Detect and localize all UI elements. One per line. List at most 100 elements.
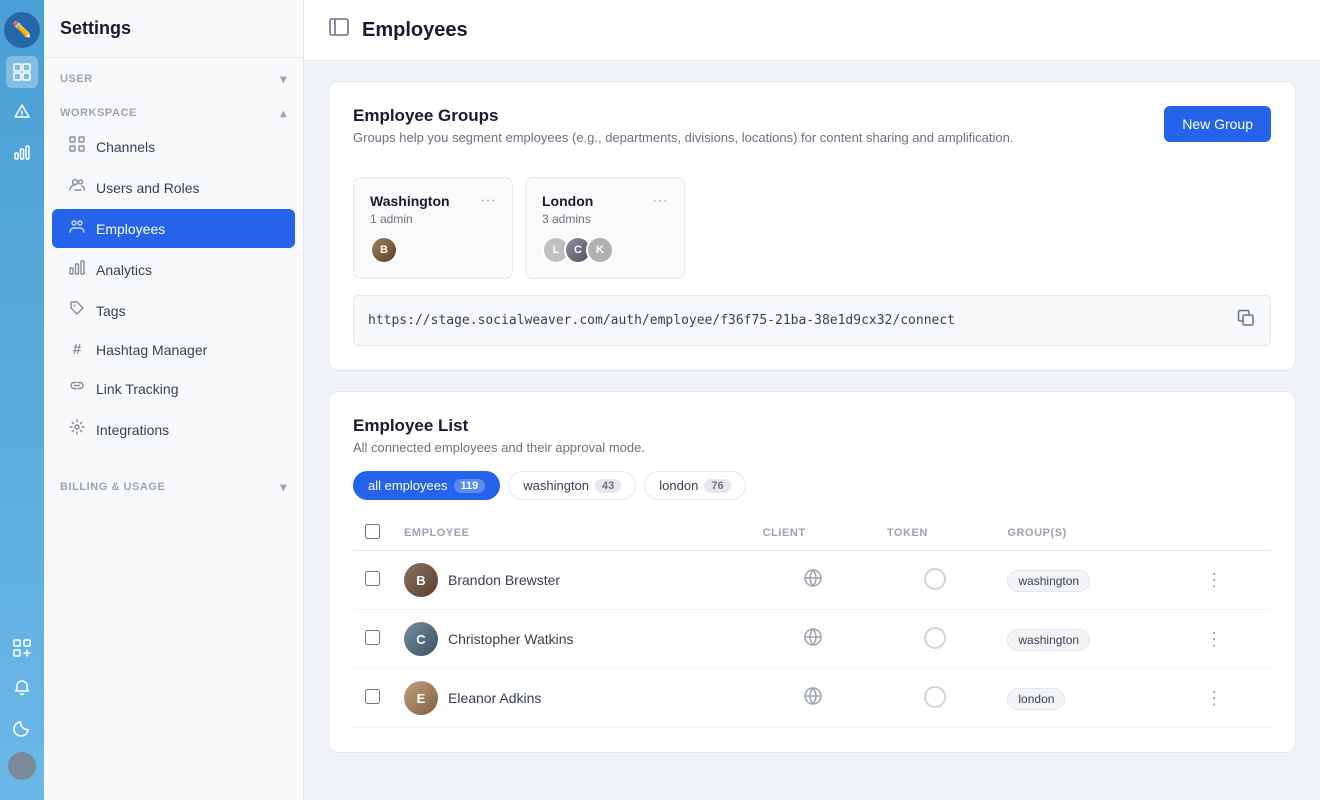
group-badge: washington [1007,629,1090,651]
avatar: B [404,563,438,597]
groups-title: Employee Groups [353,106,1013,126]
row-checkbox-0[interactable] [365,571,380,586]
link-icon [68,378,86,399]
employee-name-cell: B Brandon Brewster [404,563,739,597]
row-more-2[interactable]: ⋮ [1205,688,1223,708]
chevron-down-icon: ▾ [280,72,287,86]
employee-name-cell: E Eleanor Adkins [404,681,739,715]
nav-icon-alert[interactable] [6,96,38,128]
billing-chevron-icon: ▾ [280,480,287,494]
filter-london-count: 76 [704,479,730,493]
col-token: TOKEN [875,516,996,551]
employee-icon [68,218,86,239]
nav-icon-moon[interactable] [6,712,38,744]
employee-groups-card: Employee Groups Groups help you segment … [328,81,1296,371]
globe-icon [803,572,823,592]
groups-desc: Groups help you segment employees (e.g.,… [353,130,1013,145]
integrations-icon [68,419,86,440]
col-client: CLIENT [751,516,875,551]
tags-icon [68,300,86,321]
row-checkbox-1[interactable] [365,630,380,645]
group-name-washington: Washington [370,193,450,209]
icon-bar: ✏️ [0,0,44,800]
hashtag-icon: # [68,341,86,358]
list-title: Employee List [353,416,1271,436]
main-content: Employees Employee Groups Groups help yo… [304,0,1320,800]
connect-url-bar: https://stage.socialweaver.com/auth/empl… [353,295,1271,346]
token-circle [924,627,946,649]
globe-icon [803,631,823,651]
chevron-up-icon: ▴ [280,106,287,120]
nav-icon-grid[interactable] [6,56,38,88]
sidebar-title: Settings [44,0,303,58]
copy-icon[interactable] [1236,308,1256,333]
group-badge: washington [1007,570,1090,592]
group-meta-washington: 1 admin [370,212,496,226]
filter-all-count: 119 [454,479,486,493]
employee-name: Christopher Watkins [448,631,574,647]
nav-icon-chart[interactable] [6,136,38,168]
users-icon [68,177,86,198]
employee-name: Eleanor Adkins [448,690,541,706]
avatar: E [404,681,438,715]
groups-row: Washington ··· 1 admin B London ··· 3 ad… [353,177,1271,279]
sidebar-item-hashtag[interactable]: # Hashtag Manager [52,332,295,367]
avatar: C [404,622,438,656]
col-groups: GROUP(S) [995,516,1193,551]
avatar: K [586,236,614,264]
filter-tabs: all employees 119 washington 43 london 7… [353,471,1271,500]
sidebar-item-link-tracking[interactable]: Link Tracking [52,369,295,408]
filter-all[interactable]: all employees 119 [353,471,500,500]
section-user[interactable]: USER ▾ [44,58,303,92]
filter-london[interactable]: london 76 [644,471,745,500]
sidebar-item-employees[interactable]: Employees [52,209,295,248]
channels-icon [68,136,86,157]
filter-washington[interactable]: washington 43 [508,471,636,500]
group-meta-london: 3 admins [542,212,668,226]
sidebar-item-analytics[interactable]: Analytics [52,250,295,289]
table-row: C Christopher Watkins [353,610,1271,669]
analytics-icon [68,259,86,280]
sidebar-item-tags[interactable]: Tags [52,291,295,330]
user-avatar[interactable] [8,752,36,780]
sidebar-item-channels[interactable]: Channels [52,127,295,166]
row-checkbox-2[interactable] [365,689,380,704]
group-avatars-london: L C K [542,236,668,264]
group-card-washington: Washington ··· 1 admin B [353,177,513,279]
select-all-checkbox[interactable] [365,524,380,539]
page-title: Employees [362,19,468,42]
globe-icon [803,690,823,710]
row-more-1[interactable]: ⋮ [1205,629,1223,649]
group-avatars-washington: B [370,236,496,264]
row-more-0[interactable]: ⋮ [1205,570,1223,590]
app-logo[interactable]: ✏️ [4,12,40,48]
section-billing[interactable]: BILLING & USAGE ▾ [44,466,303,500]
nav-icon-apps[interactable] [6,632,38,664]
filter-washington-count: 43 [595,479,621,493]
avatar: B [370,236,398,264]
employee-name-cell: C Christopher Watkins [404,622,739,656]
page-header: Employees [304,0,1320,61]
col-employee: EMPLOYEE [392,516,751,551]
page-icon [328,16,350,44]
sidebar: Settings USER ▾ WORKSPACE ▴ Channels [44,0,304,800]
group-name-london: London [542,193,593,209]
new-group-button[interactable]: New Group [1164,106,1271,142]
employee-list-card: Employee List All connected employees an… [328,391,1296,753]
group-badge: london [1007,688,1065,710]
list-desc: All connected employees and their approv… [353,440,1271,455]
sidebar-item-users-roles[interactable]: Users and Roles [52,168,295,207]
employee-table: EMPLOYEE CLIENT TOKEN GROUP(S) B Brand [353,516,1271,728]
employee-name: Brandon Brewster [448,572,560,588]
group-more-washington[interactable]: ··· [480,192,496,210]
connect-url-text: https://stage.socialweaver.com/auth/empl… [368,313,955,328]
table-row: E Eleanor Adkins [353,669,1271,728]
table-row: B Brandon Brewster [353,551,1271,610]
group-more-london[interactable]: ··· [652,192,668,210]
token-circle [924,568,946,590]
group-card-london: London ··· 3 admins L C K [525,177,685,279]
sidebar-item-integrations[interactable]: Integrations [52,410,295,449]
token-circle [924,686,946,708]
nav-icon-bell[interactable] [6,672,38,704]
section-workspace[interactable]: WORKSPACE ▴ [44,92,303,126]
